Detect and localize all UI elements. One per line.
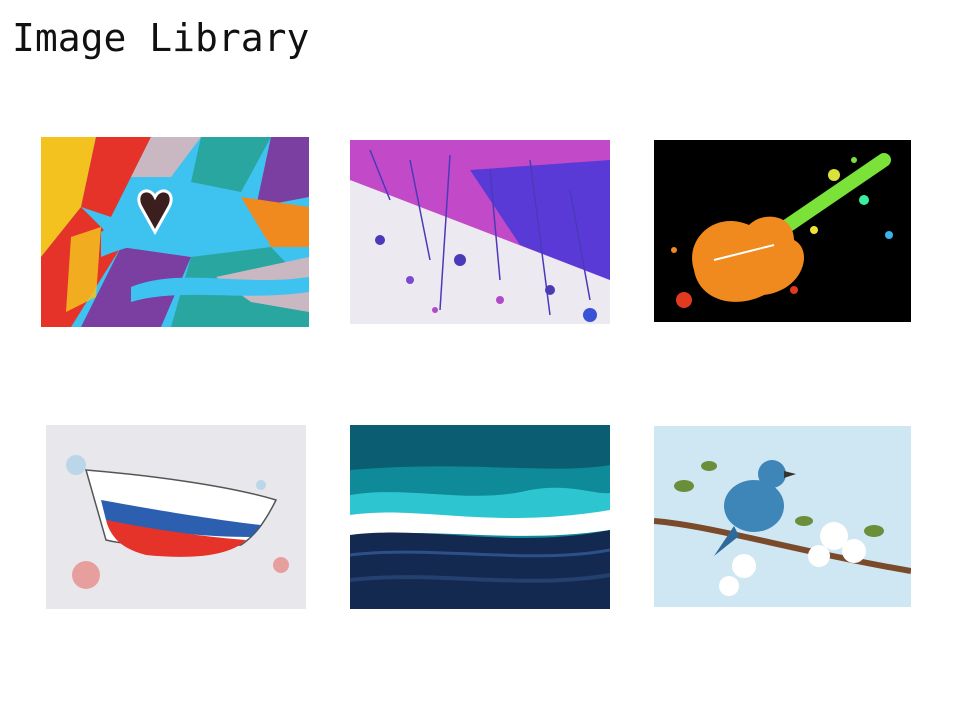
image-thumbnail-fluid-paint[interactable] bbox=[350, 425, 610, 609]
bird-picture bbox=[654, 426, 911, 607]
image-thumbnail-boat[interactable] bbox=[46, 425, 306, 609]
image-thumbnail-bird[interactable] bbox=[654, 426, 911, 607]
abstract-graffiti-picture bbox=[41, 137, 309, 327]
boat-picture bbox=[46, 425, 306, 609]
paint-splatter-picture bbox=[350, 140, 610, 324]
image-thumbnail-abstract-graffiti[interactable] bbox=[41, 137, 309, 327]
image-thumbnail-paint-splatter[interactable] bbox=[350, 140, 610, 324]
image-thumbnail-guitar[interactable] bbox=[654, 140, 911, 322]
guitar-picture bbox=[654, 140, 911, 322]
page-title: Image Library bbox=[12, 16, 310, 60]
fluid-paint-picture bbox=[350, 425, 610, 609]
